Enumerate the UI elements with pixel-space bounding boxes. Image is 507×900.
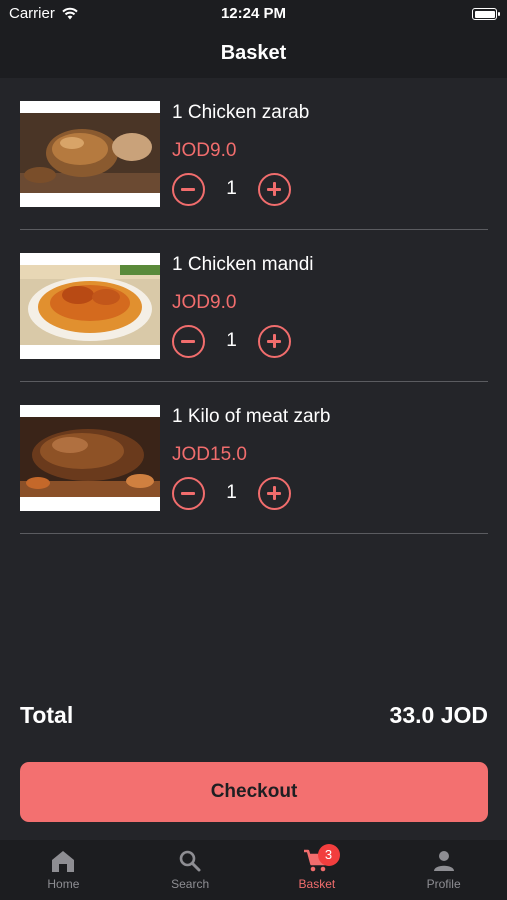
item-name: 1 Chicken mandi <box>172 254 314 275</box>
item-image-chicken-zarab <box>20 101 160 207</box>
plus-icon-stroke <box>273 182 276 196</box>
tab-search[interactable]: Search <box>127 840 254 900</box>
basket-list: 1 Chicken zarab JOD9.0 1 1 Chicken mandi… <box>20 78 488 534</box>
item-name: 1 Kilo of meat zarb <box>172 406 331 427</box>
tab-home-label: Home <box>47 877 80 891</box>
item-image-chicken-mandi <box>20 253 160 359</box>
quantity-value: 1 <box>226 178 237 199</box>
basket-item: 1 Chicken zarab JOD9.0 1 <box>20 78 488 230</box>
item-price: JOD15.0 <box>172 444 247 465</box>
roast-chicken-photo <box>20 113 160 193</box>
increase-quantity-button[interactable] <box>258 324 291 358</box>
home-icon <box>52 851 75 872</box>
quantity-stepper: 1 <box>172 172 291 206</box>
search-icon <box>179 850 201 872</box>
total-label: Total <box>20 702 74 728</box>
battery-icon <box>472 8 500 20</box>
increase-quantity-button[interactable] <box>258 172 291 206</box>
plus-icon-stroke <box>273 486 276 500</box>
status-bar: Carrier 12:24 PM <box>0 0 507 28</box>
rice-platter-photo <box>20 265 160 345</box>
decrease-quantity-button[interactable] <box>172 172 205 206</box>
tab-bar: Home Search 3 Basket Profile <box>0 840 507 900</box>
quantity-stepper: 1 <box>172 324 291 358</box>
person-icon <box>433 851 454 871</box>
tab-profile[interactable]: Profile <box>380 840 507 900</box>
minus-icon <box>181 340 195 343</box>
total-value: 33.0 JOD <box>389 702 488 728</box>
tab-basket-label: Basket <box>298 877 336 891</box>
checkout-button[interactable]: Checkout <box>20 762 488 822</box>
decrease-quantity-button[interactable] <box>172 476 205 510</box>
tab-profile-label: Profile <box>426 877 461 891</box>
basket-item: 1 Kilo of meat zarb JOD15.0 1 <box>20 382 488 534</box>
quantity-stepper: 1 <box>172 476 291 510</box>
quantity-value: 1 <box>226 330 237 351</box>
minus-icon <box>181 492 195 495</box>
quantity-value: 1 <box>226 482 237 503</box>
item-name: 1 Chicken zarab <box>172 102 310 123</box>
increase-quantity-button[interactable] <box>258 476 291 510</box>
tab-home[interactable]: Home <box>0 840 127 900</box>
page-title: Basket <box>220 41 287 64</box>
decrease-quantity-button[interactable] <box>172 324 205 358</box>
plus-icon-stroke <box>273 334 276 348</box>
item-price: JOD9.0 <box>172 292 237 313</box>
cart-count-badge: 3 <box>317 844 340 866</box>
tab-basket[interactable]: 3 Basket <box>254 840 381 900</box>
total-row: Total 33.0 JOD <box>20 702 488 729</box>
basket-item: 1 Chicken mandi JOD9.0 1 <box>20 230 488 382</box>
item-price: JOD9.0 <box>172 140 237 161</box>
status-time: 12:24 PM <box>220 5 287 22</box>
navigation-bar: Basket <box>0 28 507 78</box>
minus-icon <box>181 188 195 191</box>
tab-search-label: Search <box>171 877 210 891</box>
item-image-meat-zarb <box>20 405 160 511</box>
roast-meat-photo <box>20 417 160 497</box>
